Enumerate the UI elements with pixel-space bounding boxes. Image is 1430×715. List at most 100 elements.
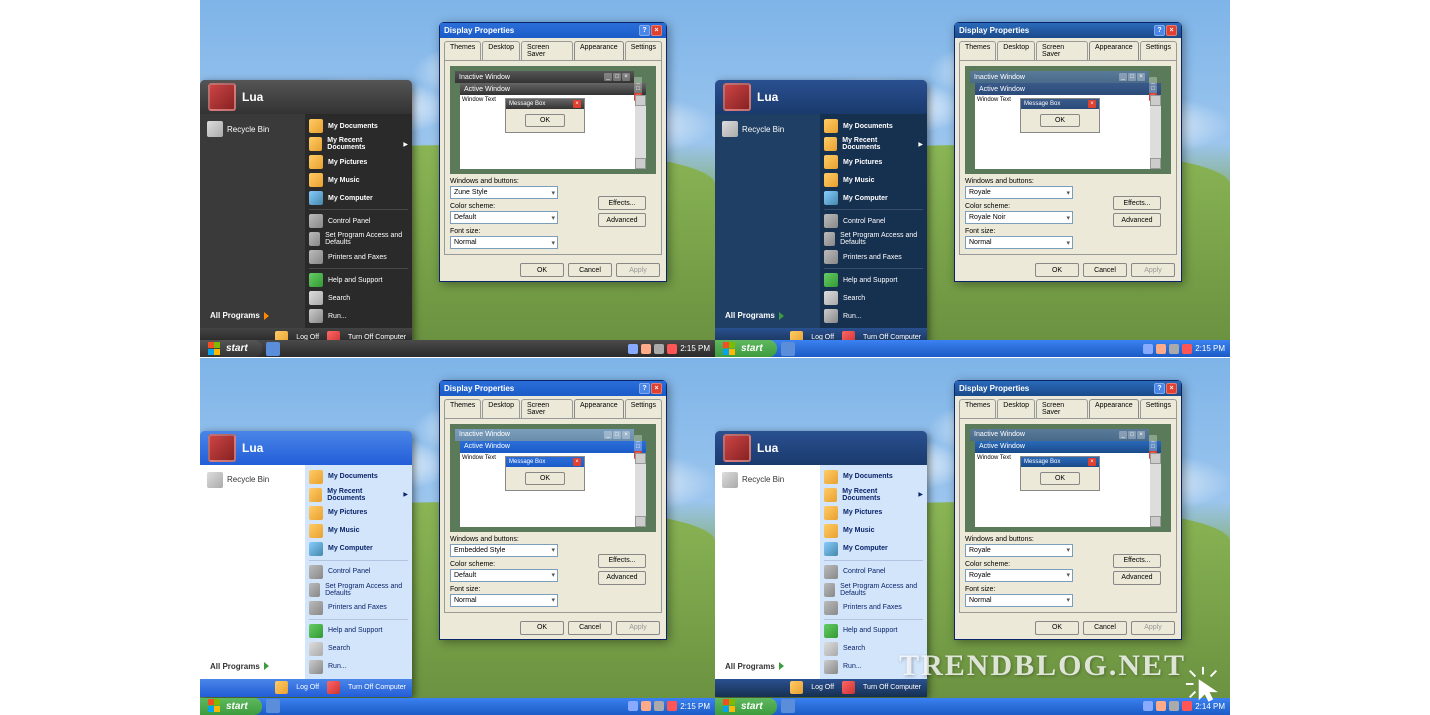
user-avatar[interactable]: [723, 83, 751, 111]
tab-desktop[interactable]: Desktop: [482, 41, 520, 60]
startmenu-item[interactable]: Help and Support: [309, 271, 408, 289]
taskbar[interactable]: start 2:15 PM: [200, 698, 715, 715]
tab-settings[interactable]: Settings: [625, 41, 662, 60]
all-programs[interactable]: All Programs: [204, 307, 301, 324]
startmenu-item[interactable]: My Computer: [309, 189, 408, 207]
tray-icon[interactable]: [628, 344, 638, 354]
startmenu-item[interactable]: Help and Support: [824, 271, 923, 289]
startmenu-item[interactable]: My Documents: [309, 117, 408, 135]
startmenu-item[interactable]: Set Program Access and Defaults: [824, 230, 923, 248]
startmenu-item[interactable]: My Documents: [824, 117, 923, 135]
tab-desktop[interactable]: Desktop: [997, 399, 1035, 418]
tab-themes[interactable]: Themes: [959, 41, 996, 60]
tab-themes[interactable]: Themes: [959, 399, 996, 418]
taskbar[interactable]: start 2:15 PM: [715, 340, 1230, 357]
startmenu-recycle-bin[interactable]: Recycle Bin: [204, 469, 301, 491]
startmenu-item[interactable]: My Computer: [309, 540, 408, 558]
all-programs[interactable]: All Programs: [204, 658, 301, 675]
startmenu-recycle-bin[interactable]: Recycle Bin: [719, 118, 816, 140]
logoff-button[interactable]: Log Off: [811, 684, 834, 691]
tab-appearance[interactable]: Appearance: [574, 41, 624, 60]
startmenu-item[interactable]: Printers and Faxes: [309, 248, 408, 266]
dialog-titlebar[interactable]: Display Properties ? ×: [955, 23, 1181, 38]
startmenu-item[interactable]: My Pictures: [309, 153, 408, 171]
startmenu-item[interactable]: My Music: [309, 522, 408, 540]
start-button[interactable]: start: [200, 698, 262, 715]
ok-button[interactable]: OK: [1035, 263, 1079, 277]
user-avatar[interactable]: [208, 83, 236, 111]
tray-icon[interactable]: [1169, 701, 1179, 711]
clock[interactable]: 2:14 PM: [1195, 702, 1225, 711]
dialog-titlebar[interactable]: Display Properties ? ×: [440, 23, 666, 38]
start-button[interactable]: start: [715, 340, 777, 357]
startmenu-item[interactable]: My Pictures: [824, 504, 923, 522]
startmenu-item[interactable]: Control Panel: [309, 563, 408, 581]
clock[interactable]: 2:15 PM: [680, 344, 710, 353]
windows-buttons-combo[interactable]: Zune Style: [450, 186, 558, 199]
startmenu-item[interactable]: Search: [309, 289, 408, 307]
help-icon[interactable]: ?: [1154, 383, 1165, 394]
startmenu-item[interactable]: Help and Support: [309, 622, 408, 640]
tray-icon[interactable]: [667, 701, 677, 711]
startmenu-item[interactable]: Printers and Faxes: [309, 599, 408, 617]
startmenu-item[interactable]: Printers and Faxes: [824, 248, 923, 266]
quick-launch-icon[interactable]: [266, 342, 280, 356]
tray-icon[interactable]: [1169, 344, 1179, 354]
startmenu-item[interactable]: Control Panel: [824, 563, 923, 581]
tab-screen-saver[interactable]: Screen Saver: [1036, 41, 1088, 60]
startmenu-item[interactable]: Run...: [309, 307, 408, 325]
system-tray[interactable]: 2:14 PM: [1138, 701, 1230, 711]
tray-icon[interactable]: [667, 344, 677, 354]
tab-themes[interactable]: Themes: [444, 41, 481, 60]
tab-themes[interactable]: Themes: [444, 399, 481, 418]
startmenu-item[interactable]: Help and Support: [824, 622, 923, 640]
color-scheme-combo[interactable]: Royale: [965, 569, 1073, 582]
startmenu-item[interactable]: My Music: [309, 171, 408, 189]
cancel-button[interactable]: Cancel: [1083, 621, 1127, 635]
tray-icon[interactable]: [654, 344, 664, 354]
startmenu-item[interactable]: Run...: [309, 658, 408, 676]
tray-icon[interactable]: [1143, 701, 1153, 711]
quick-launch-icon[interactable]: [781, 699, 795, 713]
startmenu-item[interactable]: My Documents: [309, 468, 408, 486]
tab-settings[interactable]: Settings: [1140, 41, 1177, 60]
all-programs[interactable]: All Programs: [719, 307, 816, 324]
close-icon[interactable]: ×: [651, 383, 662, 394]
tray-icon[interactable]: [641, 701, 651, 711]
close-icon[interactable]: ×: [1166, 383, 1177, 394]
help-icon[interactable]: ?: [639, 25, 650, 36]
startmenu-item[interactable]: Set Program Access and Defaults: [309, 581, 408, 599]
cancel-button[interactable]: Cancel: [1083, 263, 1127, 277]
tab-desktop[interactable]: Desktop: [482, 399, 520, 418]
startmenu-item[interactable]: Set Program Access and Defaults: [309, 230, 408, 248]
tab-settings[interactable]: Settings: [625, 399, 662, 418]
apply-button[interactable]: Apply: [616, 621, 660, 635]
advanced-button[interactable]: Advanced: [598, 571, 646, 585]
advanced-button[interactable]: Advanced: [1113, 213, 1161, 227]
ok-button[interactable]: OK: [520, 263, 564, 277]
windows-buttons-combo[interactable]: Royale: [965, 186, 1073, 199]
user-avatar[interactable]: [208, 434, 236, 462]
startmenu-item[interactable]: My Pictures: [309, 504, 408, 522]
effects-button[interactable]: Effects...: [1113, 196, 1161, 210]
font-size-combo[interactable]: Normal: [965, 236, 1073, 249]
tab-screen-saver[interactable]: Screen Saver: [1036, 399, 1088, 418]
startmenu-item[interactable]: My Pictures: [824, 153, 923, 171]
font-size-combo[interactable]: Normal: [450, 236, 558, 249]
tab-appearance[interactable]: Appearance: [1089, 399, 1139, 418]
turnoff-button[interactable]: Turn Off Computer: [863, 684, 921, 691]
effects-button[interactable]: Effects...: [598, 554, 646, 568]
startmenu-item[interactable]: My Music: [824, 522, 923, 540]
font-size-combo[interactable]: Normal: [965, 594, 1073, 607]
close-icon[interactable]: ×: [1166, 25, 1177, 36]
start-button[interactable]: start: [715, 698, 777, 715]
windows-buttons-combo[interactable]: Royale: [965, 544, 1073, 557]
dialog-titlebar[interactable]: Display Properties ? ×: [955, 381, 1181, 396]
tab-screen-saver[interactable]: Screen Saver: [521, 399, 573, 418]
startmenu-item[interactable]: My Music: [824, 171, 923, 189]
color-scheme-combo[interactable]: Royale Noir: [965, 211, 1073, 224]
color-scheme-combo[interactable]: Default: [450, 211, 558, 224]
dialog-titlebar[interactable]: Display Properties ? ×: [440, 381, 666, 396]
quick-launch-icon[interactable]: [266, 699, 280, 713]
startmenu-recycle-bin[interactable]: Recycle Bin: [719, 469, 816, 491]
